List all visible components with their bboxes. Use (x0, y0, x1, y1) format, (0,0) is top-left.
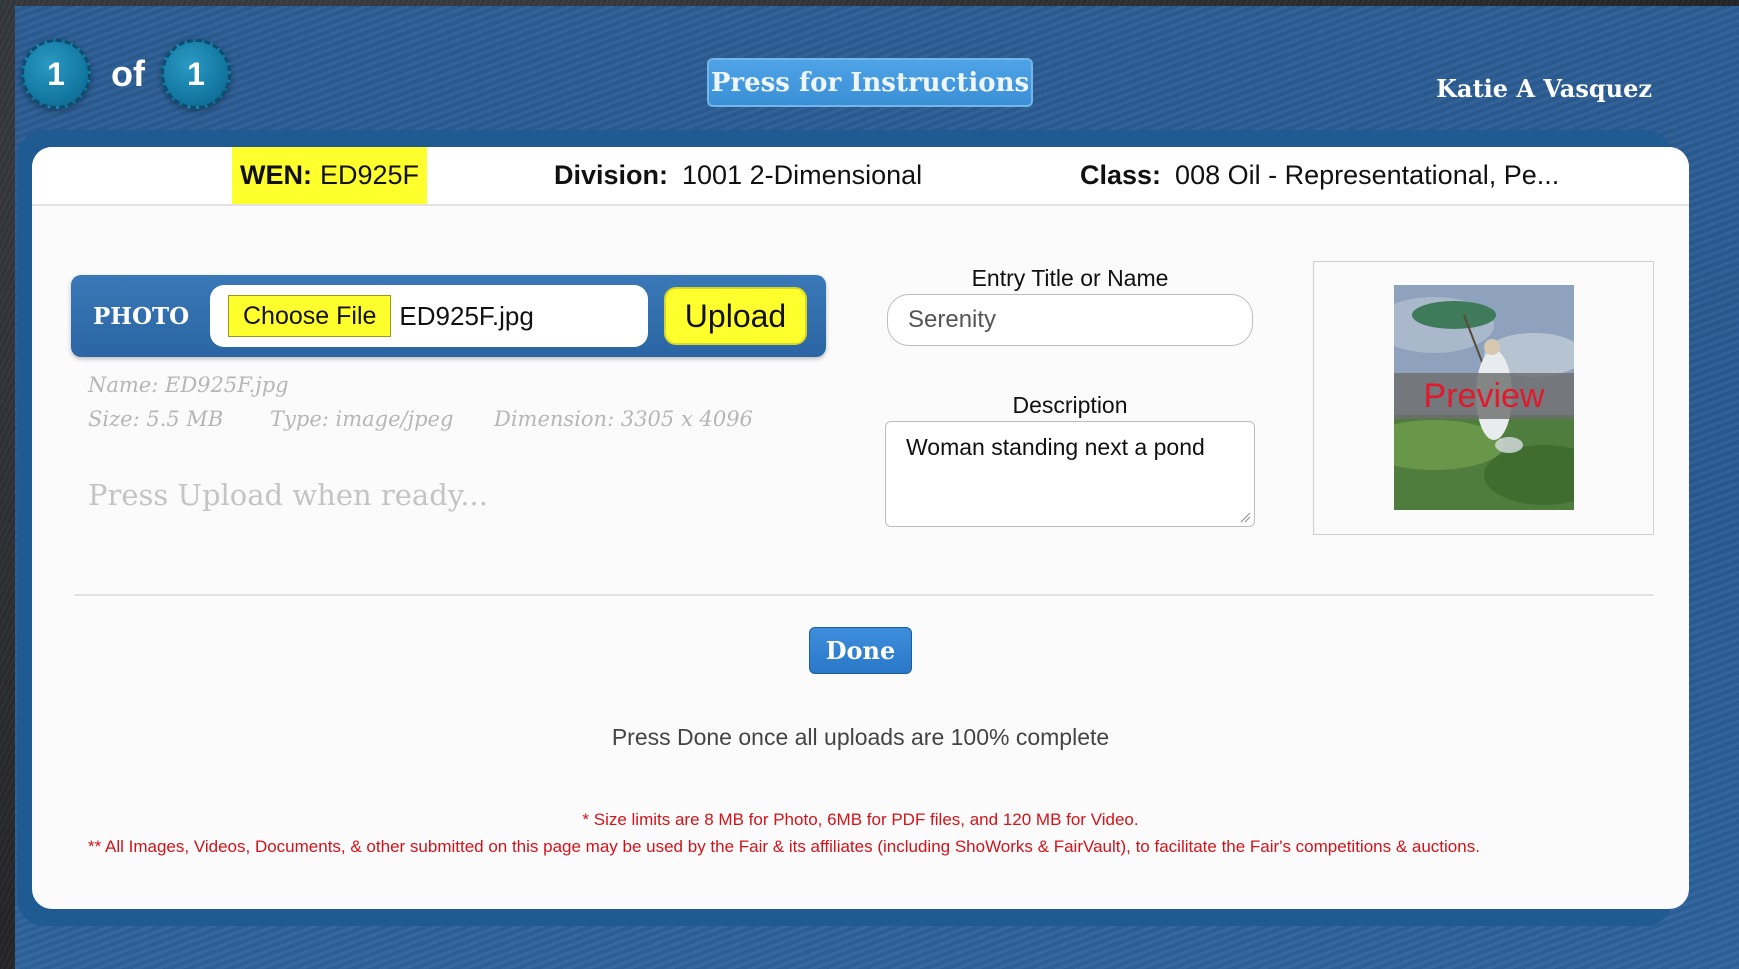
preview-box: Preview (1313, 261, 1654, 535)
wen-field: WEN: ED925F (232, 147, 428, 204)
class-label: Class: (1080, 160, 1162, 190)
photo-label: PHOTO (93, 302, 190, 330)
upload-button[interactable]: Upload (664, 287, 807, 345)
file-meta-name: Name: ED925F.jpg (88, 373, 289, 397)
wen-value: ED925F (319, 160, 420, 190)
division-label: Division: (554, 160, 669, 190)
upload-status-message: Press Upload when ready... (88, 478, 488, 512)
file-meta-size: Size: 5.5 MB (88, 407, 224, 431)
section-divider (74, 594, 1654, 596)
entry-title-label: Entry Title or Name (971, 265, 1169, 291)
file-meta-dimension: Dimension: 3305 x 4096 (494, 407, 753, 431)
photo-upload-bar: PHOTO Choose File ED925F.jpg Upload (71, 275, 826, 357)
resize-grip-icon[interactable] (1239, 511, 1251, 523)
done-message: Press Done once all uploads are 100% com… (611, 724, 1110, 750)
class-field: Class: 008 Oil - Representational, Pe... (1080, 147, 1559, 204)
description-text: Woman standing next a pond (906, 434, 1205, 460)
division-value: 1001 2-Dimensional (682, 160, 923, 190)
page-counter: 1 of 1 (21, 39, 231, 109)
instructions-button[interactable]: Press for Instructions (707, 58, 1033, 107)
entry-panel: WEN: ED925F Division: 1001 2-Dimensional… (32, 147, 1689, 909)
class-value: 008 Oil - Representational, Pe... (1175, 160, 1560, 190)
preview-banner: Preview (1394, 373, 1574, 419)
usage-note: ** All Images, Videos, Documents, & othe… (88, 837, 1480, 856)
preview-thumbnail[interactable]: Preview (1394, 285, 1574, 510)
file-meta-type: Type: image/jpeg (270, 407, 454, 431)
done-button[interactable]: Done (809, 627, 912, 674)
size-limits-note: * Size limits are 8 MB for Photo, 6MB fo… (582, 810, 1139, 829)
selected-file-name: ED925F.jpg (399, 300, 534, 331)
division-field: Division: 1001 2-Dimensional (554, 147, 922, 204)
description-textarea[interactable]: Woman standing next a pond (885, 421, 1255, 527)
description-label: Description (1012, 392, 1128, 418)
total-pages-badge: 1 (160, 39, 231, 109)
current-page-badge: 1 (21, 39, 91, 109)
file-input[interactable]: Choose File ED925F.jpg (210, 285, 648, 347)
user-name: Katie A Vasquez (1436, 74, 1652, 103)
choose-file-button[interactable]: Choose File (228, 295, 392, 337)
counter-of-label: of (111, 53, 145, 94)
entry-title-input[interactable]: Serenity (887, 294, 1253, 346)
wen-label: WEN: (240, 160, 312, 190)
entry-info-bar: WEN: ED925F Division: 1001 2-Dimensional… (32, 147, 1689, 206)
